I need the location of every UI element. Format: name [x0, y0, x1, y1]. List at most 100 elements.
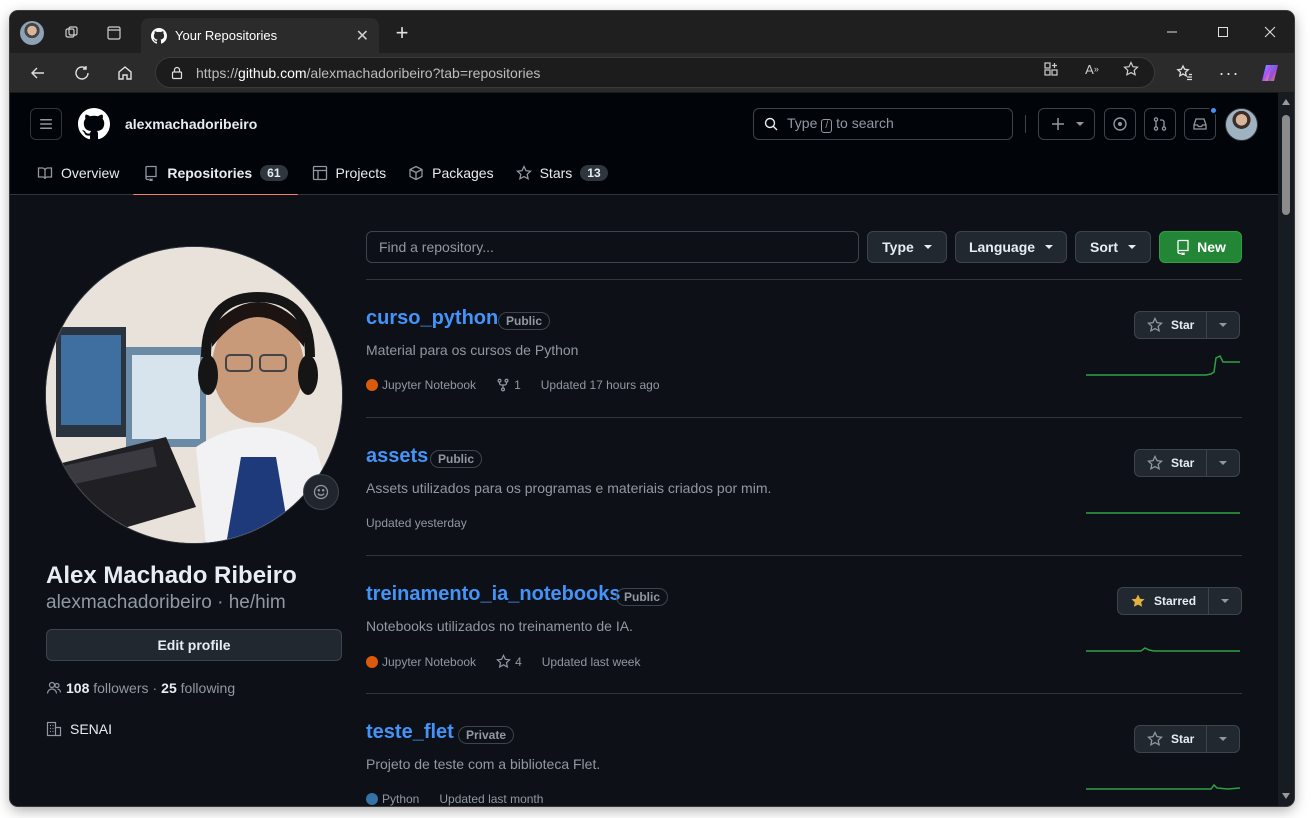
star-list-dropdown[interactable] [1209, 588, 1241, 614]
workspaces-icon[interactable] [60, 21, 84, 45]
star-label: Star [1171, 456, 1195, 470]
new-tab-icon[interactable]: + [390, 20, 414, 45]
table-icon [312, 165, 327, 181]
tab-your-repositories[interactable]: Your Repositories ✕ [141, 18, 379, 53]
star-button[interactable]: Star [1135, 312, 1208, 338]
scroll-down-icon[interactable] [1282, 793, 1290, 799]
star-button[interactable]: Star [1135, 450, 1208, 476]
repo-description: Notebooks utilizados no treinamento de I… [366, 618, 633, 634]
tab-packages[interactable]: Packages [398, 151, 503, 195]
chevron-down-icon [923, 245, 932, 249]
language-color-dot [366, 379, 378, 391]
star-icon [1147, 455, 1163, 471]
language-filter-label: Language [968, 239, 1036, 255]
lock-icon[interactable] [170, 66, 184, 80]
tab-repositories[interactable]: Repositories 61 [133, 151, 298, 196]
starred-button-group: Starred [1117, 587, 1243, 615]
main-content: Alex Machado Ribeiro alexmachadoribeiro … [10, 195, 1278, 806]
smiley-icon [313, 484, 329, 500]
repo-name-link[interactable]: curso_python [366, 307, 498, 330]
issues-button[interactable] [1104, 108, 1136, 140]
scroll-up-icon[interactable] [1282, 99, 1290, 105]
tab-stars[interactable]: Stars 13 [506, 151, 618, 195]
type-filter-button[interactable]: Type [867, 231, 947, 263]
forks-link[interactable]: 1 [496, 378, 521, 392]
sort-filter-label: Sort [1090, 239, 1118, 255]
favorites-icon[interactable] [1173, 61, 1197, 85]
scrollbar-thumb[interactable] [1282, 115, 1290, 215]
edit-profile-button[interactable]: Edit profile [46, 629, 342, 661]
minimize-icon[interactable] [1152, 19, 1192, 45]
new-repository-label: New [1197, 239, 1226, 255]
menu-hamburger-icon[interactable] [30, 108, 62, 140]
copilot-icon[interactable] [1258, 61, 1282, 85]
chevron-down-icon [1075, 122, 1084, 126]
profile-photo-image [46, 247, 342, 543]
organization-name: SENAI [70, 721, 113, 737]
star-filled-icon [1131, 594, 1145, 607]
chevron-down-icon [1219, 737, 1228, 741]
sort-filter-button[interactable]: Sort [1075, 231, 1151, 263]
repo-name-link[interactable]: treinamento_ia_notebooks [366, 583, 621, 606]
set-status-button[interactable] [303, 474, 339, 510]
repo-description: Assets utilizados para os programas e ma… [366, 480, 772, 496]
app-available-icon[interactable] [1040, 59, 1062, 79]
repo-meta: Jupyter Notebook 1 Updated 17 hours ago [366, 378, 660, 392]
tab-overview[interactable]: Overview [27, 151, 129, 195]
tab-title: Your Repositories [175, 28, 278, 43]
repositories-count-badge: 61 [260, 165, 288, 181]
star-button[interactable]: Star [1135, 726, 1208, 752]
star-list-dropdown[interactable] [1207, 312, 1239, 338]
following-link[interactable]: 25 following [161, 680, 235, 696]
profile-avatar-icon[interactable] [20, 21, 44, 45]
read-aloud-icon[interactable]: A» [1081, 59, 1103, 79]
home-icon[interactable] [113, 61, 137, 85]
follow-stats: 108 followers · 25 following [46, 680, 235, 696]
language-filter-button[interactable]: Language [955, 231, 1067, 263]
visibility-badge: Private [458, 726, 515, 744]
header-username[interactable]: alexmachadoribeiro [125, 116, 257, 132]
list-item: teste_flet Private Projeto de teste com … [366, 694, 1242, 806]
search-input[interactable]: Type / to search [753, 108, 1013, 140]
browser-window: Your Repositories ✕ + https://github.com… [10, 11, 1294, 806]
close-icon[interactable] [1250, 19, 1290, 45]
star-label: Star [1171, 732, 1195, 746]
tab-projects[interactable]: Projects [302, 151, 397, 195]
tab-close-icon[interactable]: ✕ [356, 26, 369, 46]
stargazers-link[interactable]: 4 [496, 654, 522, 669]
star-icon [496, 654, 512, 669]
profile-tabs: Overview Repositories 61 Projects Packag… [10, 151, 618, 196]
people-icon [46, 681, 62, 694]
page-scrollbar[interactable] [1278, 93, 1294, 806]
more-options-icon[interactable]: ··· [1217, 61, 1241, 85]
create-new-button[interactable] [1038, 108, 1095, 140]
url-bar[interactable]: https://github.com/alexmachadoribeiro?ta… [155, 57, 1155, 88]
repo-updated: Updated last month [439, 792, 544, 806]
new-repository-button[interactable]: New [1159, 231, 1242, 263]
tab-repositories-label: Repositories [167, 165, 253, 181]
tab-actions-icon[interactable] [102, 21, 126, 45]
visibility-badge: Public [616, 588, 669, 606]
repo-name-link[interactable]: teste_flet [366, 721, 454, 744]
star-list-dropdown[interactable] [1207, 450, 1239, 476]
find-repository-input[interactable]: Find a repository... [366, 231, 859, 263]
star-icon [1147, 731, 1163, 747]
avatar[interactable] [1225, 108, 1258, 141]
pull-request-icon [1153, 117, 1167, 131]
repo-name-link[interactable]: assets [366, 445, 428, 468]
starred-button[interactable]: Starred [1118, 588, 1210, 614]
chevron-down-icon [1221, 599, 1230, 603]
maximize-icon[interactable] [1203, 19, 1243, 45]
repo-language: Jupyter Notebook [382, 654, 477, 669]
github-logo-icon[interactable] [78, 108, 110, 140]
profile-avatar[interactable] [45, 246, 343, 544]
repo-icon [1177, 239, 1189, 255]
favorite-star-icon[interactable] [1120, 59, 1142, 79]
pull-requests-button[interactable] [1144, 108, 1176, 140]
repo-updated: Updated yesterday [366, 516, 467, 530]
refresh-icon[interactable] [70, 61, 94, 85]
star-list-dropdown[interactable] [1207, 726, 1239, 752]
back-icon[interactable] [26, 61, 50, 85]
followers-link[interactable]: 108 followers [66, 680, 149, 696]
repo-description: Material para os cursos de Python [366, 342, 579, 358]
